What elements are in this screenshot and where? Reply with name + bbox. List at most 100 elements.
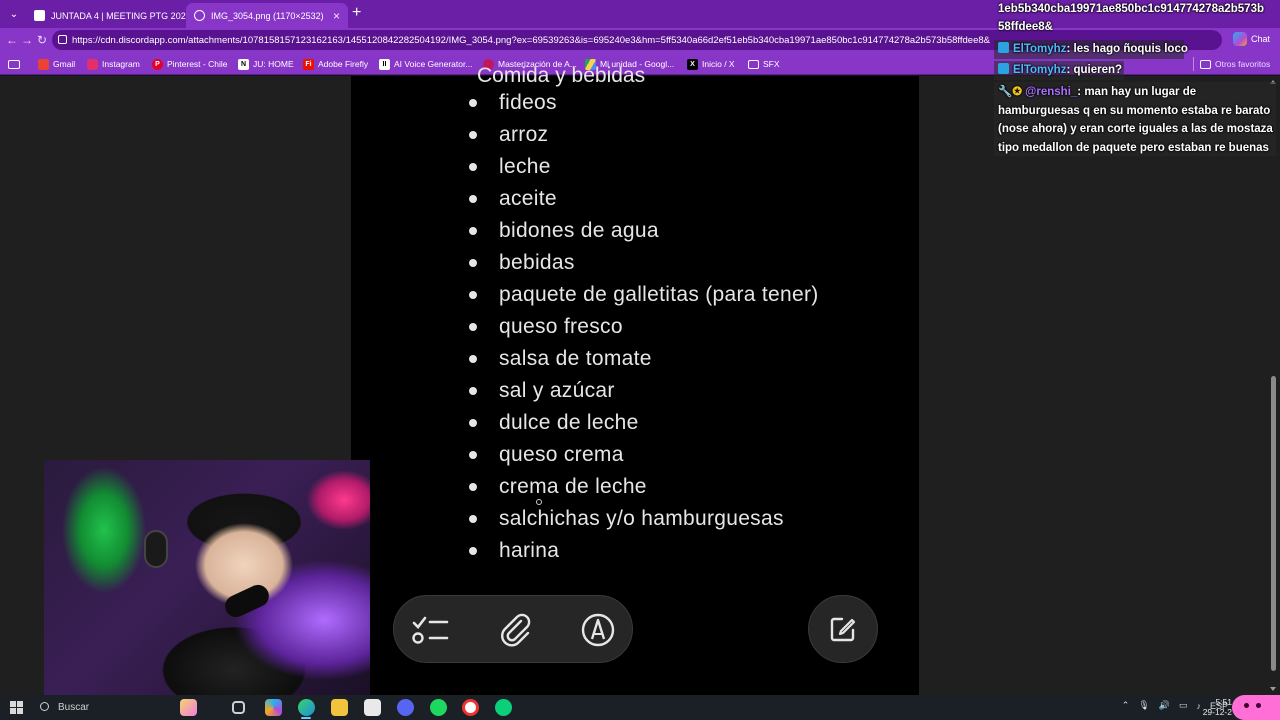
stream-chat-overlay: 1eb5b340cba19971ae850bc1c914774278a2b573… <box>994 0 1280 160</box>
back-arrow-icon[interactable]: ← <box>4 32 20 48</box>
chat-username: @renshi_ <box>1025 86 1078 98</box>
chat-message: ElTomyhz: les hago ñoquis loco <box>998 40 1188 59</box>
chat-username: ElTomyhz <box>1013 64 1067 76</box>
bullet <box>469 355 477 363</box>
copilot-sparkle-icon[interactable] <box>180 699 197 716</box>
bookmark-pinterest[interactable]: P Pinterest - Chile <box>152 57 227 71</box>
reload-icon[interactable]: ↻ <box>34 32 50 48</box>
network-icon[interactable]: ▭ <box>1179 700 1188 711</box>
spotify-icon[interactable] <box>430 699 447 716</box>
list-section-title: Comida y bebidas <box>477 64 646 87</box>
pinterest-icon: P <box>152 58 163 70</box>
list-item: salchichas y/o hamburguesas <box>469 504 784 534</box>
file-explorer-icon[interactable] <box>331 699 348 716</box>
bookmark-label: JU: HOME <box>253 59 294 69</box>
gmail-icon <box>38 58 49 70</box>
new-tab-button[interactable]: + <box>352 5 361 21</box>
list-item: bidones de agua <box>469 216 659 246</box>
windows-start-icon[interactable] <box>10 701 23 714</box>
microphone <box>221 581 273 621</box>
forward-arrow-icon[interactable]: → <box>19 32 35 48</box>
list-item: paquete de galletitas (para tener) <box>469 280 819 310</box>
adobe-firefly-icon: Fi <box>303 58 314 70</box>
list-item: fideos <box>469 88 557 118</box>
tray-chevron-up-icon[interactable]: ⌃ <box>1122 700 1130 711</box>
bookmark-sfx[interactable]: SFX <box>748 57 780 71</box>
bullet <box>469 387 477 395</box>
taskbar-clock[interactable]: 5:51 29-12-2 <box>1203 697 1232 717</box>
webcam-overlay <box>44 460 370 695</box>
prime-badge-icon <box>998 63 1009 74</box>
chat-message: 🔧✪ @renshi_: man hay un lugar de hamburg… <box>998 83 1278 157</box>
list-item-text: bebidas <box>499 251 575 274</box>
tab-image[interactable]: IMG_3054.png (1170×2532) × <box>186 3 348 28</box>
microphone-icon[interactable]: 🎙 <box>1138 700 1149 711</box>
obs-icon[interactable] <box>462 699 479 716</box>
tab-search-chevron-icon[interactable]: ⌄ <box>5 5 23 23</box>
note-toolbar <box>393 595 633 663</box>
volume-icon[interactable]: 🔊 <box>1159 700 1170 711</box>
bookmark-label: Gmail <box>53 59 76 69</box>
bullet <box>469 483 477 491</box>
paperclip-icon[interactable] <box>496 610 536 650</box>
list-item-text: arroz <box>499 123 549 146</box>
bookmark-x[interactable]: X Inicio / X <box>687 57 735 71</box>
list-item: leche <box>469 152 551 182</box>
checklist-icon[interactable] <box>410 610 450 650</box>
list-item-text: sal y azúcar <box>499 379 615 402</box>
active-app-indicator <box>301 717 311 719</box>
star-badge-icon: ✪ <box>1012 86 1022 98</box>
notion-icon <box>34 10 45 21</box>
wrench-badge-icon: 🔧 <box>998 86 1013 98</box>
bookmark-label: Inicio / X <box>702 59 735 69</box>
search-placeholder: Buscar <box>58 702 90 713</box>
compose-icon <box>830 617 856 642</box>
task-view-icon[interactable] <box>232 701 245 714</box>
copilot-app-icon[interactable] <box>265 699 282 716</box>
list-item: queso fresco <box>469 312 623 342</box>
list-item-text: dulce de leche <box>499 411 639 434</box>
list-item: bebidas <box>469 248 575 278</box>
bookmark-ju-home[interactable]: N JU: HOME <box>238 57 294 71</box>
list-item-text: bidones de agua <box>499 219 659 242</box>
list-item-text: aceite <box>499 187 557 210</box>
markup-pen-icon[interactable] <box>578 610 618 650</box>
clock-date: 29-12-2 <box>1202 707 1232 717</box>
screen: ⌄ JUNTADA 4 | MEETING PTG 2026 × IMG_305… <box>0 0 1280 720</box>
bookmark-gmail[interactable]: Gmail <box>38 57 75 71</box>
calculator-icon[interactable] <box>364 699 381 716</box>
site-info-icon[interactable] <box>58 35 67 44</box>
speaker-icon[interactable]: ♪ <box>1196 701 1201 711</box>
list-item: sal y azúcar <box>469 376 615 406</box>
bookmark-ai-voice[interactable]: II AI Voice Generator... <box>379 57 472 71</box>
search-icon <box>40 702 49 711</box>
instagram-icon <box>87 58 98 70</box>
edge-browser-icon[interactable] <box>298 699 315 716</box>
close-tab-icon[interactable]: × <box>333 9 340 23</box>
page-scrollbar[interactable] <box>1267 76 1280 695</box>
globe-icon <box>194 10 205 21</box>
scroll-down-arrow-icon[interactable] <box>1270 687 1276 691</box>
bookmark-label: SFX <box>763 59 780 69</box>
tab-juntada[interactable]: JUNTADA 4 | MEETING PTG 2026 × <box>26 3 198 28</box>
url-text: https://cdn.discordapp.com/attachments/1… <box>72 34 990 46</box>
chat-text: : quieren? <box>1066 64 1123 76</box>
scrollbar-thumb[interactable] <box>1271 376 1276 671</box>
bookmarks-toggle-icon[interactable] <box>8 57 24 71</box>
windows-taskbar: Buscar ⌃ 🎙 🔊 ▭ ♪ ESP 5:51 29-12-2 <box>0 695 1280 720</box>
screenshot-image: Comida y bebidas fideos arroz leche acei… <box>351 64 919 695</box>
bookmark-label: Instagram <box>102 59 140 69</box>
bookmark-instagram[interactable]: Instagram <box>87 57 140 71</box>
bookmark-adobe-firefly[interactable]: Fi Adobe Firefly <box>303 57 368 71</box>
chat-username: ElTomyhz <box>1013 43 1067 55</box>
compose-button[interactable] <box>808 595 878 663</box>
chat-text: : les hago ñoquis loco <box>1066 43 1188 55</box>
bullet <box>469 195 477 203</box>
clock-time: 5:51 <box>1215 697 1232 707</box>
notion-icon: N <box>238 58 249 70</box>
list-item-text: harina <box>499 539 560 562</box>
mouse-cursor <box>536 499 542 505</box>
streaming-app-icon[interactable] <box>495 699 512 716</box>
bookmark-label: AI Voice Generator... <box>394 59 473 69</box>
discord-icon[interactable] <box>397 699 414 716</box>
